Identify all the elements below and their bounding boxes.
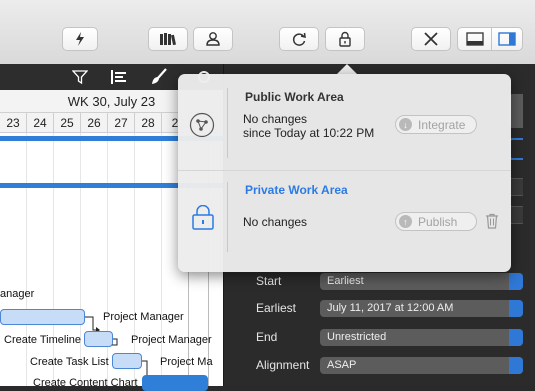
inspector-field[interactable] — [509, 178, 523, 196]
tools-icon — [424, 32, 438, 46]
public-status-line1: No changes — [243, 112, 308, 126]
quick-entry-button[interactable] — [62, 27, 98, 51]
end-value: Unrestricted — [327, 331, 387, 343]
end-popup[interactable]: Unrestricted — [320, 329, 523, 346]
resource-label: Project Ma — [160, 356, 213, 368]
brush-icon[interactable] — [150, 68, 168, 86]
refresh-button[interactable] — [279, 27, 319, 51]
section-divider — [178, 170, 511, 171]
toolbar — [0, 0, 535, 65]
integrate-label: Integrate — [418, 117, 466, 132]
resources-button[interactable] — [193, 27, 233, 51]
task-bar[interactable] — [0, 309, 85, 325]
network-icon — [189, 112, 215, 138]
bottom-pane-button[interactable] — [458, 28, 492, 50]
view-segment — [457, 27, 523, 51]
alignment-label: Alignment — [256, 358, 310, 372]
lock-icon — [192, 205, 214, 230]
start-popup[interactable]: Earliest — [320, 273, 523, 290]
publish-button[interactable]: ↑ Publish — [395, 212, 477, 231]
lightning-icon — [76, 32, 84, 46]
end-label: End — [256, 330, 278, 344]
divider — [227, 182, 228, 252]
earliest-label: Earliest — [256, 301, 297, 315]
private-work-area-title: Private Work Area — [245, 183, 348, 197]
public-work-area-title: Public Work Area — [245, 90, 344, 104]
private-status: No changes — [243, 215, 308, 229]
person-icon — [206, 32, 220, 46]
right-pane-icon — [497, 32, 516, 46]
inspector-field[interactable] — [509, 94, 523, 128]
publish-label: Publish — [418, 214, 458, 229]
start-label: Start — [256, 274, 282, 288]
integrate-button[interactable]: ↓ Integrate — [395, 115, 477, 134]
task-bar[interactable] — [112, 353, 142, 369]
task-bar[interactable] — [142, 375, 208, 391]
popover-arrow — [337, 64, 357, 74]
arrow-up-icon: ↑ — [399, 215, 412, 228]
task-label: Create Task List — [30, 356, 109, 368]
resource-label: anager — [0, 288, 35, 300]
popup-arrows-icon — [509, 329, 523, 346]
task-bar[interactable] — [84, 331, 113, 347]
task-label: Create Timeline — [4, 334, 82, 346]
day-cell: 26 — [81, 113, 108, 132]
day-cell: 23 — [0, 113, 27, 132]
day-cell: 27 — [108, 113, 135, 132]
resource-label: Project Manager — [103, 311, 184, 323]
lock-button[interactable] — [325, 27, 365, 51]
day-cell: 25 — [54, 113, 81, 132]
earliest-value: July 11, 2017 at 12:00 AM — [327, 302, 454, 314]
work-area-popover: Public Work Area No changes since Today … — [178, 74, 511, 272]
public-status-line2: since Today at 10:22 PM — [243, 126, 375, 140]
trash-icon[interactable] — [485, 213, 499, 229]
task-label: Create Content Chart — [33, 377, 138, 389]
start-value: Earliest — [327, 275, 364, 287]
popup-arrows-icon — [509, 357, 523, 374]
books-icon — [160, 33, 176, 46]
library-button[interactable] — [148, 27, 188, 51]
inspector-field-focused[interactable] — [509, 138, 523, 160]
bottom-pane-icon — [465, 32, 484, 46]
day-cell: 28 — [135, 113, 162, 132]
divider — [227, 88, 228, 158]
alignment-value: ASAP — [327, 359, 357, 371]
lock-icon — [339, 31, 351, 47]
earliest-date-picker[interactable]: July 11, 2017 at 12:00 AM — [320, 300, 523, 317]
inspector-field[interactable] — [509, 206, 523, 224]
resource-label: Project Manager — [131, 334, 212, 346]
alignment-popup[interactable]: ASAP — [320, 357, 523, 374]
refresh-icon — [292, 32, 306, 46]
day-cell: 24 — [27, 113, 54, 132]
filter-icon[interactable] — [72, 69, 88, 85]
arrow-down-icon: ↓ — [399, 118, 412, 131]
popup-arrows-icon — [509, 273, 523, 290]
sidebar-button[interactable] — [491, 28, 522, 50]
chevron-down-icon — [509, 300, 523, 317]
tools-button[interactable] — [411, 27, 451, 51]
outline-icon[interactable] — [110, 69, 128, 85]
